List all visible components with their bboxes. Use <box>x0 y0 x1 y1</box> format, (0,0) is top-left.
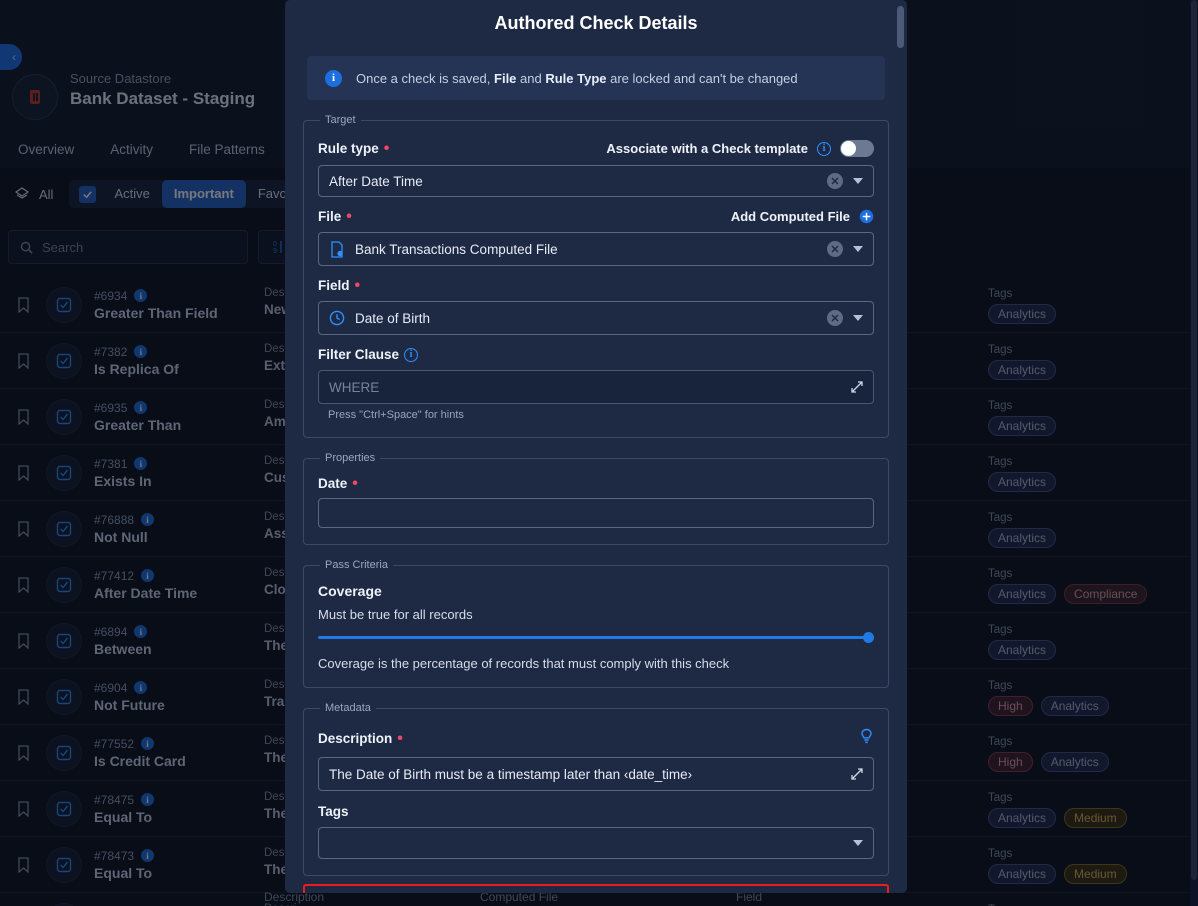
info-icon[interactable]: i <box>404 347 419 362</box>
field-value: Date of Birth <box>355 310 431 326</box>
date-label: Date • <box>318 474 874 492</box>
info-icon[interactable]: i <box>817 141 831 156</box>
modal-scrollbar[interactable] <box>897 6 904 886</box>
modal-title: Authored Check Details <box>494 13 698 33</box>
clear-icon[interactable]: ✕ <box>827 173 843 189</box>
target-section: Target Rule type • Associate with a Chec… <box>303 114 889 438</box>
file-value: Bank Transactions Computed File <box>355 241 558 257</box>
notice-part-2: and <box>516 70 546 86</box>
plus-circle-icon[interactable] <box>859 209 874 224</box>
chevron-down-icon[interactable] <box>853 178 863 184</box>
clock-icon <box>329 310 345 326</box>
associate-template-control: Associate with a Check template i <box>606 140 874 157</box>
toggle-knob <box>841 141 856 156</box>
field-label: Field • <box>318 276 361 294</box>
chevron-down-icon[interactable] <box>853 840 863 846</box>
expand-icon[interactable] <box>851 768 863 780</box>
locked-fields-notice: i Once a check is saved, File and Rule T… <box>307 56 885 100</box>
computed-file-icon <box>331 240 343 258</box>
clear-icon[interactable]: ✕ <box>827 241 843 257</box>
pass-criteria-legend: Pass Criteria <box>325 559 388 571</box>
required-marker: • <box>383 139 390 157</box>
associate-label: Associate with a Check template <box>606 141 808 156</box>
description-input[interactable]: The Date of Birth must be a timestamp la… <box>318 757 874 791</box>
filter-clause-label: Filter Clause i <box>318 347 419 362</box>
expand-icon[interactable] <box>851 381 863 393</box>
metadata-section: Metadata Description • The Date of Birth… <box>303 702 889 876</box>
clear-icon[interactable]: ✕ <box>827 310 843 326</box>
pass-criteria-section: Pass Criteria Coverage Must be true for … <box>303 559 889 688</box>
metadata-legend: Metadata <box>325 702 371 714</box>
chevron-down-icon[interactable] <box>853 246 863 252</box>
date-label-text: Date <box>318 476 348 491</box>
coverage-title: Coverage <box>318 583 382 599</box>
authored-check-details-modal: Authored Check Details i Once a check is… <box>285 0 907 893</box>
description-value: The Date of Birth must be a timestamp la… <box>329 766 693 782</box>
file-select[interactable]: Bank Transactions Computed File ✕ <box>318 232 874 266</box>
lightbulb-glyph <box>861 728 872 744</box>
coverage-note: Coverage is the percentage of records th… <box>318 656 730 671</box>
notice-bold-file: File <box>494 70 517 86</box>
target-legend: Target <box>325 114 356 126</box>
rule-type-select[interactable]: After Date Time ✕ <box>318 165 874 197</box>
field-label-text: Field <box>318 278 350 293</box>
description-label: Description • <box>318 729 403 747</box>
additional-metadata-panel[interactable]: Additional Metadata + Enhance the check … <box>303 884 889 893</box>
tags-select[interactable] <box>318 827 874 859</box>
coverage-slider-knob[interactable] <box>863 632 874 643</box>
required-marker: • <box>354 276 361 294</box>
notice-text: Once a check is saved, File and Rule Typ… <box>356 71 798 86</box>
notice-part-1: Once a check is saved, <box>356 70 495 86</box>
required-marker: • <box>352 474 358 492</box>
notice-bold-rule-type: Rule Type <box>545 70 607 86</box>
notice-part-3: are locked and can't be changed <box>606 70 798 86</box>
required-marker: • <box>346 207 352 225</box>
date-input[interactable] <box>318 498 874 528</box>
description-label-text: Description <box>318 731 393 746</box>
file-label-text: File <box>318 209 342 224</box>
tags-label-text: Tags <box>318 804 349 819</box>
rule-type-value: After Date Time <box>329 173 423 189</box>
coverage-slider-track <box>318 636 874 639</box>
filter-clause-editor[interactable]: WHERE <box>318 370 874 404</box>
modal-scrollbar-thumb[interactable] <box>897 6 904 48</box>
field-select[interactable]: Date of Birth ✕ <box>318 301 874 335</box>
file-label: File • <box>318 207 352 225</box>
lightbulb-icon[interactable] <box>859 728 874 749</box>
add-computed-file-label: Add Computed File <box>730 209 850 224</box>
filter-clause-label-text: Filter Clause <box>318 347 400 362</box>
info-icon: i <box>325 69 342 87</box>
filter-clause-placeholder: WHERE <box>329 379 380 395</box>
properties-legend: Properties <box>325 452 376 464</box>
rule-type-label-text: Rule type <box>318 141 379 156</box>
chevron-down-icon[interactable] <box>853 315 863 321</box>
associate-toggle[interactable] <box>840 140 874 157</box>
coverage-slider[interactable] <box>318 632 874 644</box>
coverage-rule-text: Must be true for all records <box>318 607 473 622</box>
required-marker: • <box>397 729 403 747</box>
properties-section: Properties Date • <box>303 452 889 545</box>
tags-label: Tags <box>318 804 874 819</box>
filter-clause-hint: Press "Ctrl+Space" for hints <box>328 409 464 421</box>
rule-type-label: Rule type • <box>318 139 390 157</box>
add-computed-file-action[interactable]: Add Computed File <box>731 209 874 224</box>
